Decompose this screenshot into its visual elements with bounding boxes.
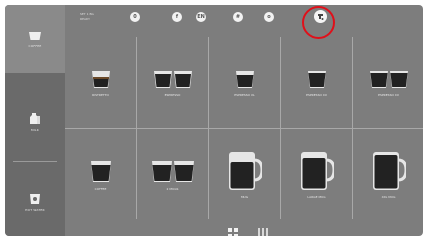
beverage-label: ESPRESSO bbox=[164, 92, 181, 97]
sidebar-item-label: HOT WATER bbox=[25, 207, 45, 212]
cup-icon bbox=[29, 31, 41, 40]
cup-icon bbox=[90, 160, 111, 182]
beverage-label: COFFEE bbox=[94, 186, 107, 191]
status-line-2: READY bbox=[80, 16, 91, 21]
settings-button[interactable]: # bbox=[233, 12, 243, 22]
sidebar-item-hot-water[interactable]: HOT WATER bbox=[5, 177, 65, 227]
beverage-label: ESPRESSO XX bbox=[306, 92, 327, 97]
mug-icon bbox=[300, 151, 334, 190]
sidebar-divider bbox=[13, 161, 57, 162]
beverage-label: LARGE MUG bbox=[307, 194, 326, 199]
grid-view-icon bbox=[228, 228, 238, 236]
beverage-large-mug[interactable]: LARGE MUG bbox=[281, 129, 352, 219]
power-button[interactable]: o bbox=[264, 12, 274, 22]
info-button[interactable]: f bbox=[172, 12, 182, 22]
beverage-mug[interactable]: MUG bbox=[209, 129, 280, 219]
sidebar-item-milk[interactable]: MILK bbox=[5, 97, 65, 147]
beverage-espresso-xl[interactable]: ESPRESSO XL bbox=[209, 37, 280, 127]
small-cup-icon bbox=[91, 70, 110, 88]
small-cup-icon bbox=[307, 70, 326, 88]
sidebar-item-coffee[interactable]: COFFEE bbox=[5, 5, 65, 73]
beverage-label: ESPRESSO XX bbox=[378, 92, 399, 97]
double-cup-icon bbox=[153, 70, 192, 88]
hot-water-icon bbox=[30, 193, 40, 204]
status-line-1: SET 1 BG bbox=[80, 12, 94, 16]
machine-screen: COFFEE MILK HOT WATER SET 1 BG READY 0 f… bbox=[5, 5, 423, 236]
sidebar: COFFEE MILK HOT WATER bbox=[5, 5, 65, 236]
sidebar-item-label: MILK bbox=[31, 128, 39, 132]
mug-icon bbox=[228, 151, 262, 190]
beverage-two-mugs[interactable]: 2 MUGS bbox=[137, 129, 208, 219]
status-text: SET 1 BG READY bbox=[80, 12, 94, 21]
bottom-bar bbox=[65, 219, 423, 236]
beverage-grid: RISTRETTO ESPRESSO ESPRESSO XL ESPRESSO … bbox=[65, 37, 423, 219]
beverage-label: ESPRESSO XL bbox=[234, 92, 255, 97]
beverage-label: 2 MUGS bbox=[166, 186, 179, 191]
list-view-button[interactable] bbox=[258, 223, 268, 236]
sidebar-item-label: COFFEE bbox=[28, 43, 42, 48]
beverage-coffee[interactable]: COFFEE bbox=[65, 129, 136, 219]
beverage-ristretto[interactable]: RISTRETTO bbox=[65, 37, 136, 127]
language-button[interactable]: EN bbox=[196, 12, 206, 22]
beverage-espresso-xx-double[interactable]: ESPRESSO XX bbox=[353, 37, 423, 127]
beverage-xxl-mug[interactable]: XXL MUG bbox=[353, 129, 423, 219]
double-cup-icon bbox=[369, 70, 408, 88]
small-cup-icon bbox=[235, 70, 254, 88]
double-cup-icon bbox=[151, 160, 194, 182]
beverage-label: MUG bbox=[240, 194, 249, 199]
highlight-circle bbox=[302, 6, 335, 39]
beverage-espresso-xx[interactable]: ESPRESSO XX bbox=[281, 37, 352, 127]
beverage-label: XXL MUG bbox=[381, 194, 396, 199]
top-bar: SET 1 BG READY 0 f EN # o bbox=[65, 5, 423, 33]
beverage-espresso-double[interactable]: ESPRESSO bbox=[137, 37, 208, 127]
grid-view-button[interactable] bbox=[228, 223, 238, 236]
mug-icon bbox=[372, 151, 406, 190]
list-view-icon bbox=[258, 228, 268, 236]
zero-button[interactable]: 0 bbox=[130, 12, 140, 22]
beverage-label: RISTRETTO bbox=[92, 92, 109, 97]
milk-icon bbox=[30, 113, 40, 124]
